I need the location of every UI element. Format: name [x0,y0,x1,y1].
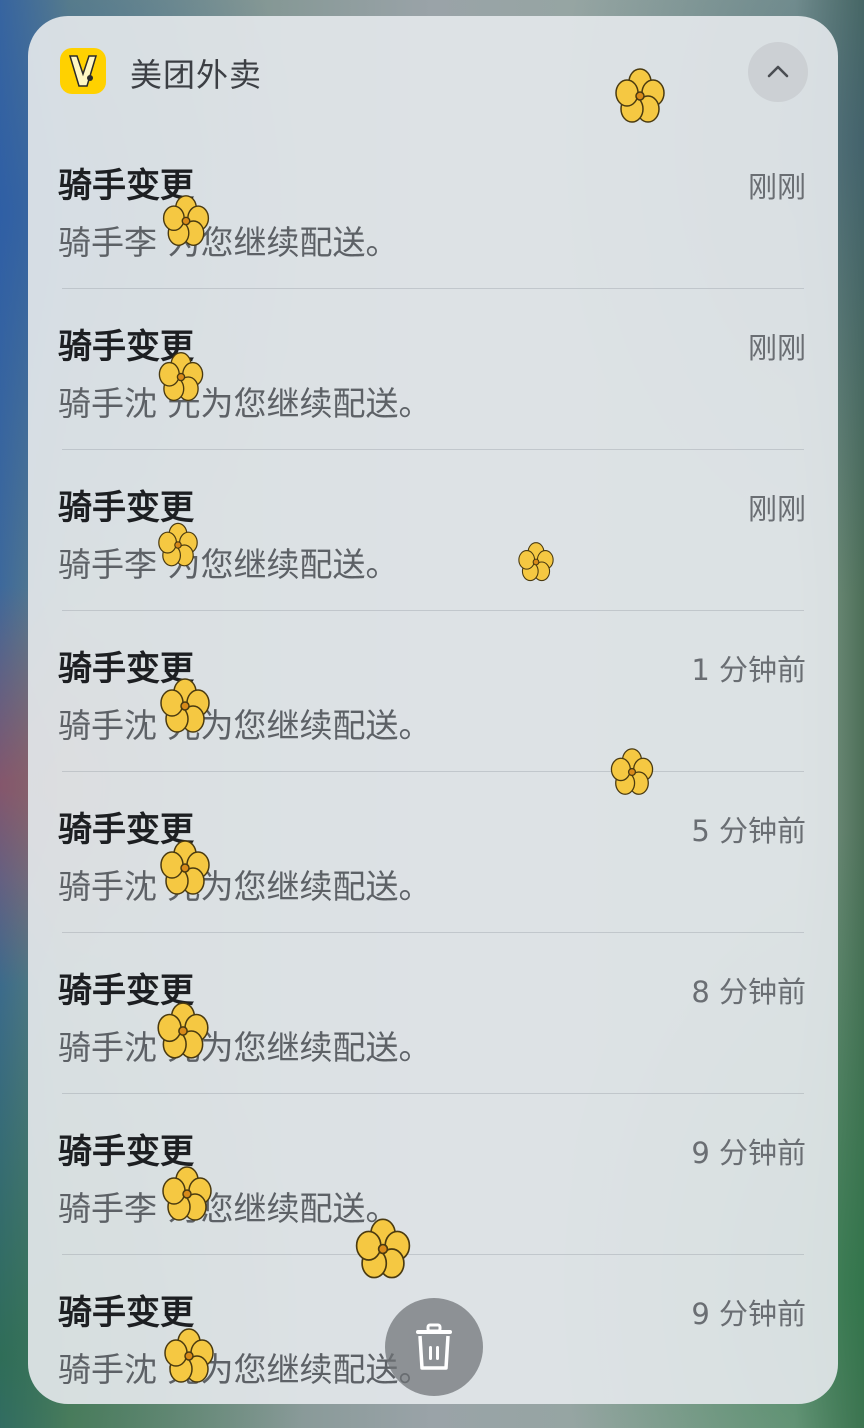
chevron-up-icon [767,65,789,78]
trash-icon [416,1323,452,1370]
app-name: 美团外卖 [130,56,263,94]
flower-sticker-icon [157,1002,209,1059]
notification-group-header[interactable]: 美团外卖 [28,16,838,128]
flower-sticker-icon [610,748,654,795]
notification-time: 9 分钟前 [691,1297,806,1331]
notification-time: 9 分钟前 [691,1136,806,1170]
flower-sticker-icon [158,352,204,402]
notification-item[interactable]: 骑手变更 刚刚 骑手沈 光为您继续配送。 [28,289,838,450]
notification-item[interactable]: 骑手变更 1 分钟前 骑手沈 光为您继续配送。 [28,611,838,772]
flower-sticker-icon [160,678,210,733]
notification-item[interactable]: 骑手变更 9 分钟前 骑手李 为您继续配送。 [28,1094,838,1255]
notification-body: 骑手沈 光为您继续配送。 [58,1350,432,1389]
notification-time: 刚刚 [747,170,806,204]
notification-item[interactable]: 骑手变更 刚刚 骑手李 为您继续配送。 [28,450,838,611]
notification-body: 骑手李 为您继续配送。 [58,545,399,584]
notification-group-card[interactable]: 美团外卖 骑手变更 刚刚 骑手李 为您继续配送。 骑手变更 刚刚 骑手沈 光为您… [28,16,838,1404]
notification-time: 1 分钟前 [691,653,806,687]
notification-time: 8 分钟前 [691,975,806,1009]
flower-sticker-icon [162,1166,212,1221]
notification-time: 5 分钟前 [691,814,806,848]
notification-item[interactable]: 骑手变更 8 分钟前 骑手沈 光为您继续配送。 [28,933,838,1094]
notification-body: 骑手李 为您继续配送。 [58,223,399,262]
collapse-button[interactable] [748,42,808,102]
flower-sticker-icon [615,68,665,123]
flower-sticker-icon [162,195,210,246]
notification-body: 骑手沈 光为您继续配送。 [58,384,432,423]
notification-list: 骑手变更 刚刚 骑手李 为您继续配送。 骑手变更 刚刚 骑手沈 光为您继续配送。… [28,128,838,1404]
flower-sticker-icon [518,542,554,582]
notification-time: 刚刚 [747,331,806,365]
notification-body: 骑手李 为您继续配送。 [58,1189,399,1228]
notification-item[interactable]: 骑手变更 5 分钟前 骑手沈 光为您继续配送。 [28,772,838,933]
notification-time: 刚刚 [747,492,806,526]
flower-sticker-icon [160,840,210,895]
meituan-app-icon [60,48,106,94]
notification-body: 骑手沈 光为您继续配送。 [58,867,432,906]
notification-body: 骑手沈 光为您继续配送。 [58,1028,432,1067]
notification-item[interactable]: 骑手变更 刚刚 骑手李 为您继续配送。 [28,128,838,289]
flower-sticker-icon [355,1218,411,1279]
clear-notifications-button[interactable] [385,1298,483,1396]
flower-sticker-icon [158,522,198,567]
notification-body: 骑手沈 光为您继续配送。 [58,706,432,745]
flower-sticker-icon [164,1328,214,1383]
